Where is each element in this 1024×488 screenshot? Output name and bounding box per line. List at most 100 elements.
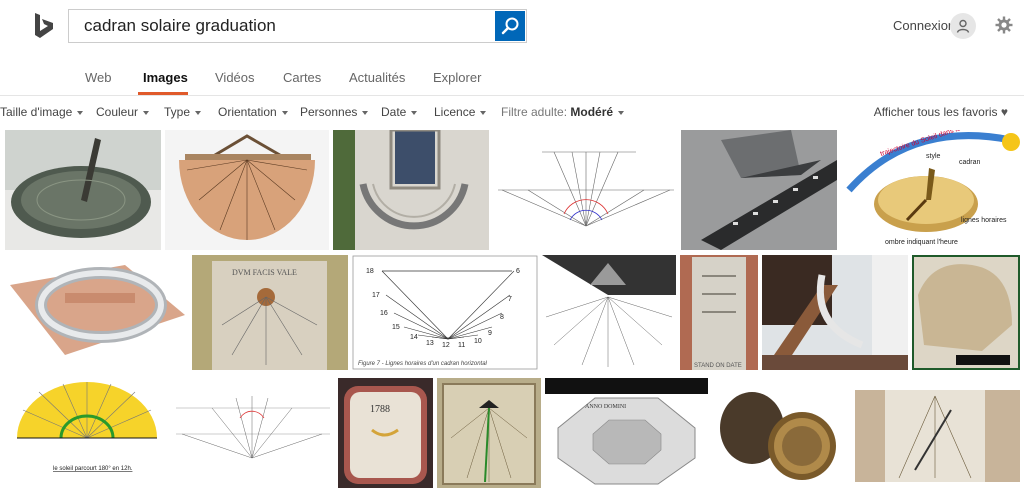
diagram-style-label: style	[926, 153, 941, 160]
hour-label: 13	[426, 340, 434, 347]
metal-sundial-photo	[762, 255, 908, 370]
filter-people-label: Personnes	[300, 105, 358, 119]
filter-type[interactable]: Type	[164, 105, 202, 119]
image-result[interactable]	[5, 255, 188, 370]
filter-orientation[interactable]: Orientation	[218, 105, 288, 119]
diagram-ombre-label: ombre indiquant l'heure	[885, 239, 958, 246]
image-result[interactable]: ANNO DOMINI	[545, 378, 708, 488]
half-dial-diagram: le soleil parcourt 180° en 12h.	[5, 378, 168, 488]
filter-color[interactable]: Couleur	[96, 105, 150, 119]
compass-sundial-photo	[712, 378, 851, 488]
tab-maps[interactable]: Cartes	[283, 70, 321, 85]
hour-label: 17	[372, 292, 380, 299]
signin-link[interactable]: Connexion	[893, 18, 955, 33]
filter-orientation-label: Orientation	[218, 105, 277, 119]
tab-news[interactable]: Actualités	[349, 70, 405, 85]
heart-icon: ♥	[1000, 105, 1008, 119]
filter-image-size-label: Taille d'image	[0, 105, 73, 119]
search-input[interactable]	[69, 10, 495, 42]
hour-label: 7	[508, 296, 512, 303]
search-button[interactable]	[495, 11, 525, 41]
diagram-lignes-label: lignes horaires	[961, 217, 1007, 224]
hour-label: 9	[488, 330, 492, 337]
filter-license[interactable]: Licence	[434, 105, 487, 119]
filter-adult[interactable]: Filtre adulte: Modéré	[501, 105, 625, 119]
image-result[interactable]	[855, 390, 1020, 482]
labeled-sundial-diagram: trajectoire du Soleil dans le ciel style…	[841, 130, 1020, 250]
image-result[interactable]	[165, 130, 329, 250]
image-result[interactable]	[542, 255, 676, 370]
chevron-down-icon	[480, 110, 487, 115]
chevron-down-icon	[77, 110, 84, 115]
filter-date[interactable]: Date	[381, 105, 418, 119]
image-result[interactable]	[762, 255, 908, 370]
filter-image-size[interactable]: Taille d'image	[0, 105, 84, 119]
bing-logo[interactable]	[32, 12, 56, 40]
hour-label: 18	[366, 268, 374, 275]
filter-adult-label: Filtre adulte:	[501, 105, 568, 119]
image-result[interactable]: DVM FACIS VALE	[192, 255, 348, 370]
image-result[interactable]: le soleil parcourt 180° en 12h.	[5, 378, 168, 488]
chevron-down-icon	[362, 110, 369, 115]
image-result[interactable]	[172, 378, 334, 488]
hour-label: 15	[392, 324, 400, 331]
search-box	[68, 9, 527, 43]
filter-license-label: Licence	[434, 105, 476, 119]
hour-label: 14	[410, 334, 418, 341]
stand-on-date-label: STAND ON DATE	[694, 363, 742, 369]
wall-sundial-photo-2	[855, 390, 1020, 482]
filter-type-label: Type	[164, 105, 191, 119]
image-result[interactable]	[437, 378, 541, 488]
image-result[interactable]	[5, 130, 161, 250]
tab-videos[interactable]: Vidéos	[215, 70, 255, 85]
image-result[interactable]	[333, 130, 489, 250]
hour-label: 16	[380, 310, 388, 317]
image-result[interactable]	[712, 378, 851, 488]
tab-explore[interactable]: Explorer	[433, 70, 481, 85]
hour-label: 6	[516, 268, 520, 275]
figure-caption: Figure 7 - Lignes horaires d'un cadran h…	[358, 361, 488, 367]
image-result[interactable]: 18 17 16 15 14 13 12 11 10 9 8 7 6 Figur…	[352, 255, 538, 370]
figure-7-diagram: 18 17 16 15 14 13 12 11 10 9 8 7 6 Figur…	[352, 255, 538, 370]
anno-domini-label: ANNO DOMINI	[585, 404, 626, 410]
filter-date-label: Date	[381, 105, 407, 119]
image-result[interactable]	[681, 130, 837, 250]
image-result[interactable]	[912, 255, 1020, 370]
hour-label: 10	[474, 338, 482, 345]
dial-lines-diagram	[542, 255, 676, 370]
hour-lines-diagram	[492, 130, 678, 250]
dvm-text-label: DVM FACIS VALE	[232, 268, 297, 277]
painted-sundial-photo	[437, 378, 541, 488]
search-icon	[501, 17, 519, 35]
user-icon	[956, 19, 970, 33]
tab-web[interactable]: Web	[85, 70, 112, 85]
red-frame-sundial-photo: 1788	[338, 378, 433, 488]
chevron-down-icon	[618, 110, 625, 115]
gear-icon[interactable]	[995, 16, 1013, 34]
active-tab-indicator	[138, 92, 188, 95]
chevron-down-icon	[411, 110, 418, 115]
chevron-down-icon	[195, 110, 202, 115]
image-result[interactable]: STAND ON DATE	[680, 255, 758, 370]
ground-sundial-photo	[681, 130, 837, 250]
chevron-down-icon	[143, 110, 150, 115]
filter-people[interactable]: Personnes	[300, 105, 369, 119]
stone-sundial-photo: DVM FACIS VALE	[192, 255, 348, 370]
image-result[interactable]: trajectoire du Soleil dans le ciel style…	[841, 130, 1020, 250]
filter-adult-value: Modéré	[570, 105, 614, 119]
sundial-photo	[5, 130, 161, 250]
hour-label: 12	[442, 342, 450, 349]
tab-images[interactable]: Images	[143, 70, 188, 85]
half-dial-photo	[165, 130, 329, 250]
chevron-down-icon	[281, 110, 288, 115]
image-result[interactable]	[492, 130, 678, 250]
avatar[interactable]	[950, 13, 976, 39]
equatorial-sundial-model	[5, 255, 188, 370]
image-result[interactable]: 1788	[338, 378, 433, 488]
filter-bar: Taille d'image Couleur Type Orientation …	[0, 105, 1024, 121]
shell-sundial-photo	[912, 255, 1020, 370]
hour-label: 8	[500, 314, 504, 321]
analemmatic-plaque-photo: STAND ON DATE	[680, 255, 758, 370]
favorites-link[interactable]: Afficher tous les favoris ♥	[874, 105, 1008, 119]
octagon-sundial-photo: ANNO DOMINI	[545, 378, 708, 488]
